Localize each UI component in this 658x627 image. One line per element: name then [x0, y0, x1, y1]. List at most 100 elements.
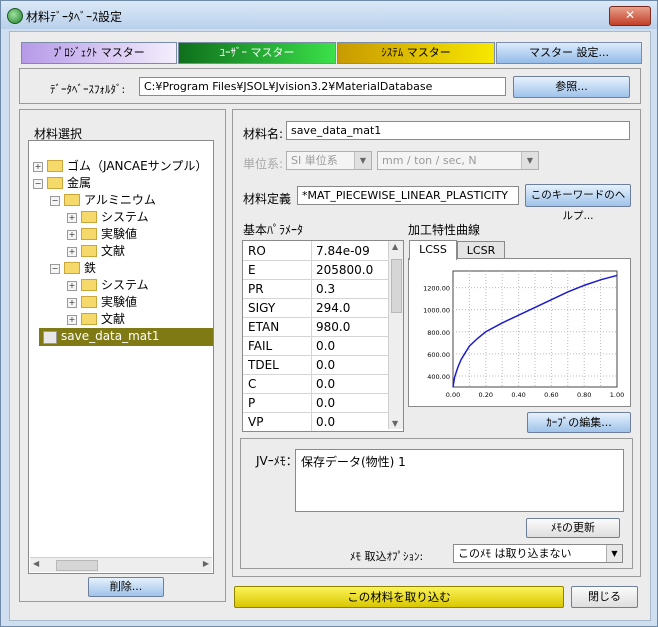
db-folder-field[interactable]: C:¥Program Files¥JSOL¥Jvision3.2¥Materia… [139, 77, 506, 96]
params-vertical-scrollbar[interactable]: ▲ ▼ [388, 241, 403, 429]
curve-chart-panel: 400.00 600.00 800.00 1000.00 1200.00 0.00 0.20… [408, 258, 631, 407]
tree-item-fe-system[interactable]: + システム [67, 277, 149, 293]
tree-item-label: 実験値 [101, 227, 138, 241]
scroll-right-icon[interactable]: ▶ [203, 559, 209, 568]
project-master-tab[interactable]: ﾌﾟﾛｼﾞｪｸﾄ マスター [21, 42, 177, 64]
app-icon [7, 8, 23, 24]
params-table[interactable]: RO 7.84e-09 E 205800.0 PR 0.3 SIGY 294.0 ETA… [242, 240, 404, 432]
table-row[interactable]: SIGY 294.0 [243, 298, 389, 318]
expand-icon[interactable]: + [67, 229, 77, 240]
scroll-down-icon[interactable]: ▼ [392, 419, 398, 428]
param-value[interactable]: 7.84e-09 [316, 244, 370, 258]
material-name-field[interactable]: save_data_mat1 [286, 121, 630, 140]
collapse-icon[interactable]: − [33, 178, 43, 189]
scroll-left-icon[interactable]: ◀ [33, 559, 39, 568]
browse-button[interactable]: 参照... [513, 76, 630, 98]
table-row[interactable]: RO 7.84e-09 [243, 241, 389, 261]
collapse-icon[interactable]: − [50, 263, 60, 274]
table-row[interactable]: VP 0.0 [243, 412, 389, 431]
expand-icon[interactable]: + [67, 246, 77, 257]
tree-item-label: 実験値 [101, 295, 138, 309]
tree-item-al-experimental[interactable]: + 実験値 [67, 226, 137, 242]
tree-item-fe-experimental[interactable]: + 実験値 [67, 294, 137, 310]
expand-icon[interactable]: + [67, 212, 77, 223]
y-tick-label: 800.00 [427, 329, 450, 337]
tree-item-iron[interactable]: − 鉄 [50, 260, 96, 276]
param-name: SIGY [248, 301, 276, 315]
tree-item-fe-literature[interactable]: + 文献 [67, 311, 125, 327]
param-value[interactable]: 294.0 [316, 301, 350, 315]
table-row[interactable]: E 205800.0 [243, 260, 389, 280]
import-material-button[interactable]: この材料を取り込む [234, 586, 564, 608]
unit-detail-select: mm / ton / sec, N ▼ [377, 151, 539, 170]
x-tick-label: 0.80 [577, 391, 591, 399]
tree-item-label: save_data_mat1 [61, 329, 160, 343]
folder-icon [64, 261, 80, 274]
tree-item-al-literature[interactable]: + 文献 [67, 243, 125, 259]
edit-curve-button[interactable]: ｶｰﾌﾞの編集... [527, 412, 631, 433]
y-tick-label: 1200.00 [423, 285, 450, 293]
chevron-down-icon: ▼ [521, 152, 538, 169]
scroll-thumb[interactable] [391, 259, 402, 313]
table-row[interactable]: PR 0.3 [243, 279, 389, 299]
unit-system-select: SI 単位系 ▼ [286, 151, 372, 170]
param-value[interactable]: 0.0 [316, 415, 335, 429]
memo-update-button[interactable]: ﾒﾓの更新 [526, 518, 620, 538]
expand-icon[interactable]: + [67, 280, 77, 291]
scroll-thumb[interactable] [56, 560, 98, 571]
expand-icon[interactable]: + [33, 161, 43, 172]
param-value[interactable]: 205800.0 [316, 263, 373, 277]
unit-detail-value: mm / ton / sec, N [382, 154, 477, 167]
system-master-tab[interactable]: ｼｽﾃﾑ マスター [337, 42, 495, 64]
param-name: ETAN [248, 320, 280, 334]
table-row[interactable]: FAIL 0.0 [243, 336, 389, 356]
client-area: ﾌﾟﾛｼﾞｪｸﾄ マスター ﾕｰｻﾞｰ マスター ｼｽﾃﾑ マスター マスター … [9, 31, 651, 621]
close-button[interactable]: 閉じる [571, 586, 638, 608]
collapse-icon[interactable]: − [50, 195, 60, 206]
param-value[interactable]: 0.0 [316, 396, 335, 410]
memo-option-label: ﾒﾓ 取込ｵﾌﾟｼｮﾝ: [350, 550, 424, 563]
tree-item-label: 文献 [101, 244, 126, 258]
db-folder-label: ﾃﾞｰﾀﾍﾞｰｽﾌｫﾙﾀﾞ: [50, 83, 126, 96]
param-name: PR [248, 282, 264, 296]
title-bar: 材料ﾃﾞｰﾀﾍﾞｰｽ設定 ✕ [1, 1, 657, 29]
table-row[interactable]: TDEL 0.0 [243, 355, 389, 375]
tree-item-rubber[interactable]: + ゴム（JANCAEサンプル） [33, 158, 207, 174]
master-settings-tab[interactable]: マスター 設定... [496, 42, 642, 64]
param-name: FAIL [248, 339, 273, 353]
table-row[interactable]: P 0.0 [243, 393, 389, 413]
keyword-help-button[interactable]: このキーワードのヘルプ... [525, 184, 631, 222]
user-master-tab[interactable]: ﾕｰｻﾞｰ マスター [178, 42, 336, 64]
params-heading: 基本ﾊﾟﾗﾒｰﾀ [243, 223, 304, 237]
param-value[interactable]: 980.0 [316, 320, 350, 334]
param-value[interactable]: 0.3 [316, 282, 335, 296]
memo-option-select[interactable]: このﾒﾓ は取り込まない ▼ [453, 544, 623, 563]
chevron-down-icon[interactable]: ▼ [606, 545, 622, 562]
tree-item-save-data-mat1[interactable]: save_data_mat1 [39, 328, 213, 346]
param-value[interactable]: 0.0 [316, 358, 335, 372]
curve-chart: 400.00 600.00 800.00 1000.00 1200.00 0.00 0.20… [423, 270, 624, 399]
param-name: RO [248, 244, 266, 258]
memo-text: 保存データ(物性) 1 [301, 455, 406, 469]
param-value[interactable]: 0.0 [316, 339, 335, 353]
expand-icon[interactable]: + [67, 297, 77, 308]
tree-item-aluminum[interactable]: − アルミニウム [50, 192, 156, 208]
table-row[interactable]: C 0.0 [243, 374, 389, 394]
y-tick-label: 600.00 [427, 351, 450, 359]
tree-item-label: システム [101, 210, 149, 224]
tab-lcss[interactable]: LCSS [409, 240, 457, 260]
memo-option-value: このﾒﾓ は取り込まない [458, 547, 572, 560]
close-window-button[interactable]: ✕ [609, 6, 651, 26]
expand-icon[interactable]: + [67, 314, 77, 325]
table-row[interactable]: ETAN 980.0 [243, 317, 389, 337]
delete-button[interactable]: 削除... [88, 577, 164, 597]
memo-textarea[interactable]: 保存データ(物性) 1 [295, 449, 624, 512]
param-value[interactable]: 0.0 [316, 377, 335, 391]
tree-item-metal[interactable]: − 金属 [33, 175, 91, 191]
scroll-up-icon[interactable]: ▲ [392, 242, 398, 251]
material-tree[interactable]: + ゴム（JANCAEサンプル） − 金属 − アルミニウム + システム + 実験値 +… [28, 140, 214, 574]
material-definition-field[interactable]: *MAT_PIECEWISE_LINEAR_PLASTICITY [297, 186, 519, 205]
tree-horizontal-scrollbar[interactable]: ◀ ▶ [30, 557, 212, 572]
folder-icon [47, 159, 63, 172]
tree-item-al-system[interactable]: + システム [67, 209, 149, 225]
